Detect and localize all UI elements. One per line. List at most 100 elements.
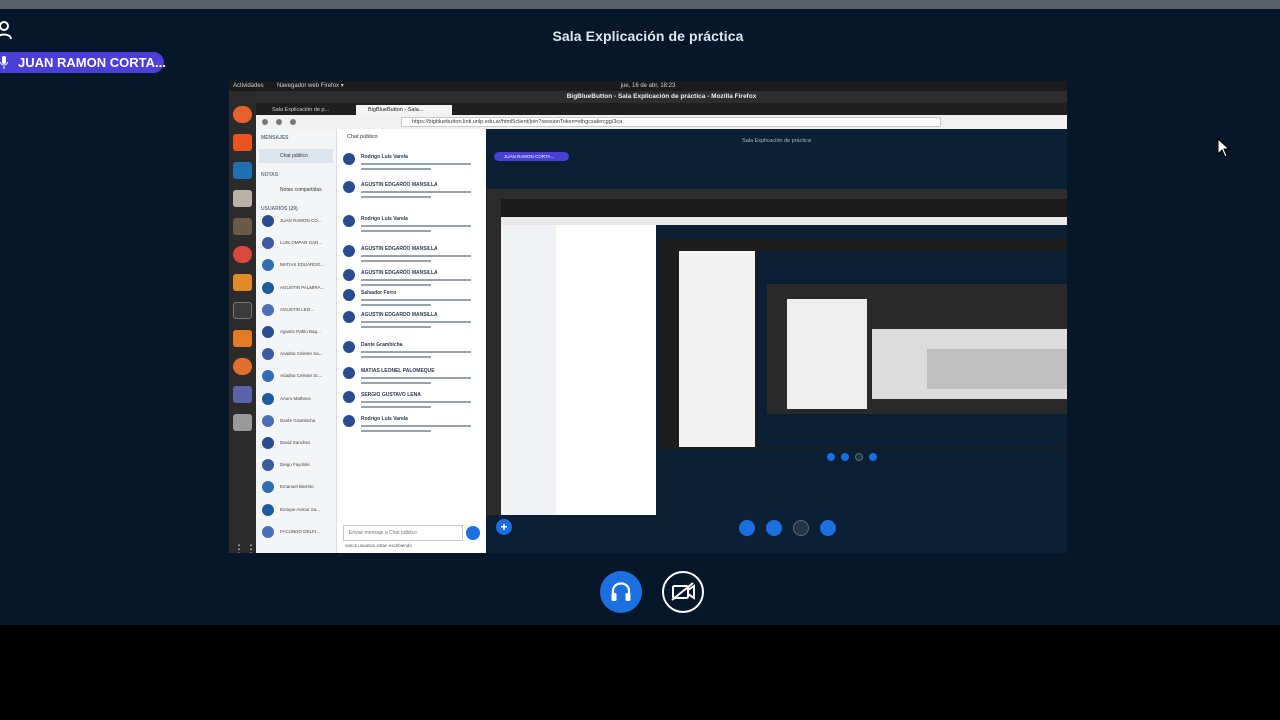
lvl2-bar bbox=[487, 189, 1067, 199]
lvl2-dock bbox=[487, 199, 501, 515]
shared-notes-label: Notas compartidas bbox=[280, 187, 322, 193]
url-field: https://bigbluebutton.linti.unlp.edu.ar/… bbox=[401, 117, 941, 127]
chat-author: MATIAS LEONEL PALOMEQUE bbox=[361, 368, 435, 374]
chat-author: Rodrigo Luis Varela bbox=[361, 416, 408, 422]
chat-avatar bbox=[343, 367, 355, 379]
user-avatar bbox=[262, 348, 274, 361]
user-row: LUIS OMPAR GAR... bbox=[262, 237, 334, 251]
user-row: Emanuel Barreto bbox=[262, 481, 334, 495]
tab-2: BigBlueButton - Sala... bbox=[356, 105, 452, 115]
window-top-strip bbox=[0, 0, 1280, 9]
messages-heading: MENSAJES bbox=[261, 135, 289, 141]
chat-text-line bbox=[361, 196, 431, 198]
user-row: Ariadna Celeste Sc... bbox=[262, 370, 334, 384]
user-avatar bbox=[262, 459, 274, 472]
send-icon bbox=[466, 526, 480, 540]
user-avatar bbox=[262, 281, 274, 294]
chat-text-line bbox=[361, 377, 471, 379]
reload-icon bbox=[290, 119, 296, 125]
vscode-icon bbox=[233, 162, 252, 179]
chat-text-line bbox=[361, 430, 431, 432]
talking-indicator[interactable]: JUAN RAMON CORTA... bbox=[0, 52, 166, 73]
chat-avatar bbox=[343, 245, 355, 257]
chat-text-line bbox=[361, 168, 431, 170]
screenshare-view: Actividades Navegador web Firefox ▾ jue,… bbox=[229, 81, 1067, 553]
chat-avatar bbox=[343, 215, 355, 227]
nested-plus-button: + bbox=[496, 519, 512, 535]
chat-header: Chat público bbox=[347, 134, 378, 140]
chat-text-line bbox=[361, 382, 431, 384]
lvl2-users bbox=[501, 225, 556, 515]
user-avatar bbox=[262, 215, 274, 227]
user-icon[interactable] bbox=[0, 20, 12, 40]
chat-avatar bbox=[343, 153, 355, 165]
chat-text-line bbox=[361, 326, 431, 328]
user-avatar bbox=[262, 259, 274, 272]
chat-avatar bbox=[343, 289, 355, 301]
search-icon bbox=[233, 414, 252, 431]
user-avatar bbox=[262, 437, 274, 449]
nested-video-button bbox=[793, 520, 809, 536]
headphones-icon bbox=[611, 582, 631, 601]
chat-avatar bbox=[343, 269, 355, 281]
user-name: Enrique Asmar Sa... bbox=[280, 506, 321, 512]
lvl2-btn-4 bbox=[869, 453, 877, 461]
chat-avatar bbox=[343, 391, 355, 403]
talker-name: JUAN RAMON CORTA... bbox=[18, 55, 166, 70]
user-name: Arturo Matheus bbox=[280, 395, 311, 401]
lvl2-chat bbox=[556, 225, 656, 515]
user-avatar bbox=[262, 303, 274, 316]
chat-author: SERGIO GUSTAVO LENA bbox=[361, 392, 421, 398]
chat-avatar bbox=[343, 181, 355, 193]
user-name: MATIAS EDUARDO... bbox=[280, 262, 324, 268]
user-row: Dante Grambicha bbox=[262, 414, 334, 429]
user-name: JUAN RAMON CO... bbox=[280, 218, 322, 223]
lvl3-chat bbox=[679, 251, 755, 447]
chat-author: Rodrigo Luis Varela bbox=[361, 154, 408, 160]
audio-button[interactable] bbox=[600, 571, 642, 613]
user-name: Dante Grambicha bbox=[280, 417, 316, 423]
gimp-icon bbox=[233, 218, 252, 235]
software-center-icon bbox=[233, 134, 252, 151]
recursive-screenshare bbox=[487, 189, 1067, 515]
chat-author: AGUSTIN EDGARDO MANSILLA bbox=[361, 246, 438, 252]
tab-1: Sala Explicación de p... bbox=[272, 107, 330, 113]
ubuntu-top-bar: Actividades Navegador web Firefox ▾ jue,… bbox=[229, 81, 1067, 91]
sublime-icon bbox=[233, 274, 252, 291]
chat-text-line bbox=[361, 279, 471, 281]
chat-text-line bbox=[361, 401, 471, 403]
lvl4-chat bbox=[787, 299, 867, 409]
chat-text-line bbox=[361, 225, 471, 227]
chat-author: Rodrigo Luis Varela bbox=[361, 216, 408, 222]
nested-phone-button bbox=[766, 520, 782, 536]
user-name: Emanuel Barreto bbox=[280, 484, 314, 490]
user-name: FACUNDO DELFI... bbox=[280, 528, 320, 534]
firefox-icon bbox=[233, 106, 252, 123]
firefox-url-bar: https://bigbluebutton.linti.unlp.edu.ar/… bbox=[256, 115, 1067, 129]
firefox-tabs: Sala Explicación de p... BigBlueButton -… bbox=[256, 103, 1067, 115]
chat-text-line bbox=[361, 425, 471, 427]
chat-author: AGUSTIN EDGARDO MANSILLA bbox=[361, 312, 438, 318]
settings-icon bbox=[233, 386, 252, 403]
public-chat-label: Chat público bbox=[280, 153, 308, 159]
user-row: JUAN RAMON CO... bbox=[262, 215, 334, 229]
user-name: LUIS OMPAR GAR... bbox=[280, 240, 323, 246]
lvl6-screen bbox=[927, 349, 1067, 389]
user-avatar bbox=[262, 237, 274, 250]
video-button[interactable] bbox=[662, 571, 704, 613]
user-name: David Sanchez bbox=[280, 440, 311, 445]
chrome-icon bbox=[233, 246, 252, 263]
files-icon bbox=[233, 190, 252, 207]
chat-text-line bbox=[361, 284, 431, 286]
user-row: FACUNDO DELFI... bbox=[262, 525, 334, 540]
clock-label: jue, 16 de abr, 18:23 bbox=[620, 83, 676, 89]
user-avatar bbox=[262, 370, 274, 383]
compass-icon bbox=[233, 358, 252, 375]
mouse-pointer-icon bbox=[1217, 138, 1231, 158]
user-avatar bbox=[262, 525, 274, 538]
nested-talker: JUAN RAMON CORTA... bbox=[494, 152, 569, 161]
chat-text-line bbox=[361, 230, 431, 232]
terminal-icon bbox=[233, 302, 252, 319]
chat-author: AGUSTIN EDGARDO MANSILLA bbox=[361, 182, 438, 188]
chat-author: AGUSTIN EDGARDO MANSILLA bbox=[361, 270, 438, 276]
